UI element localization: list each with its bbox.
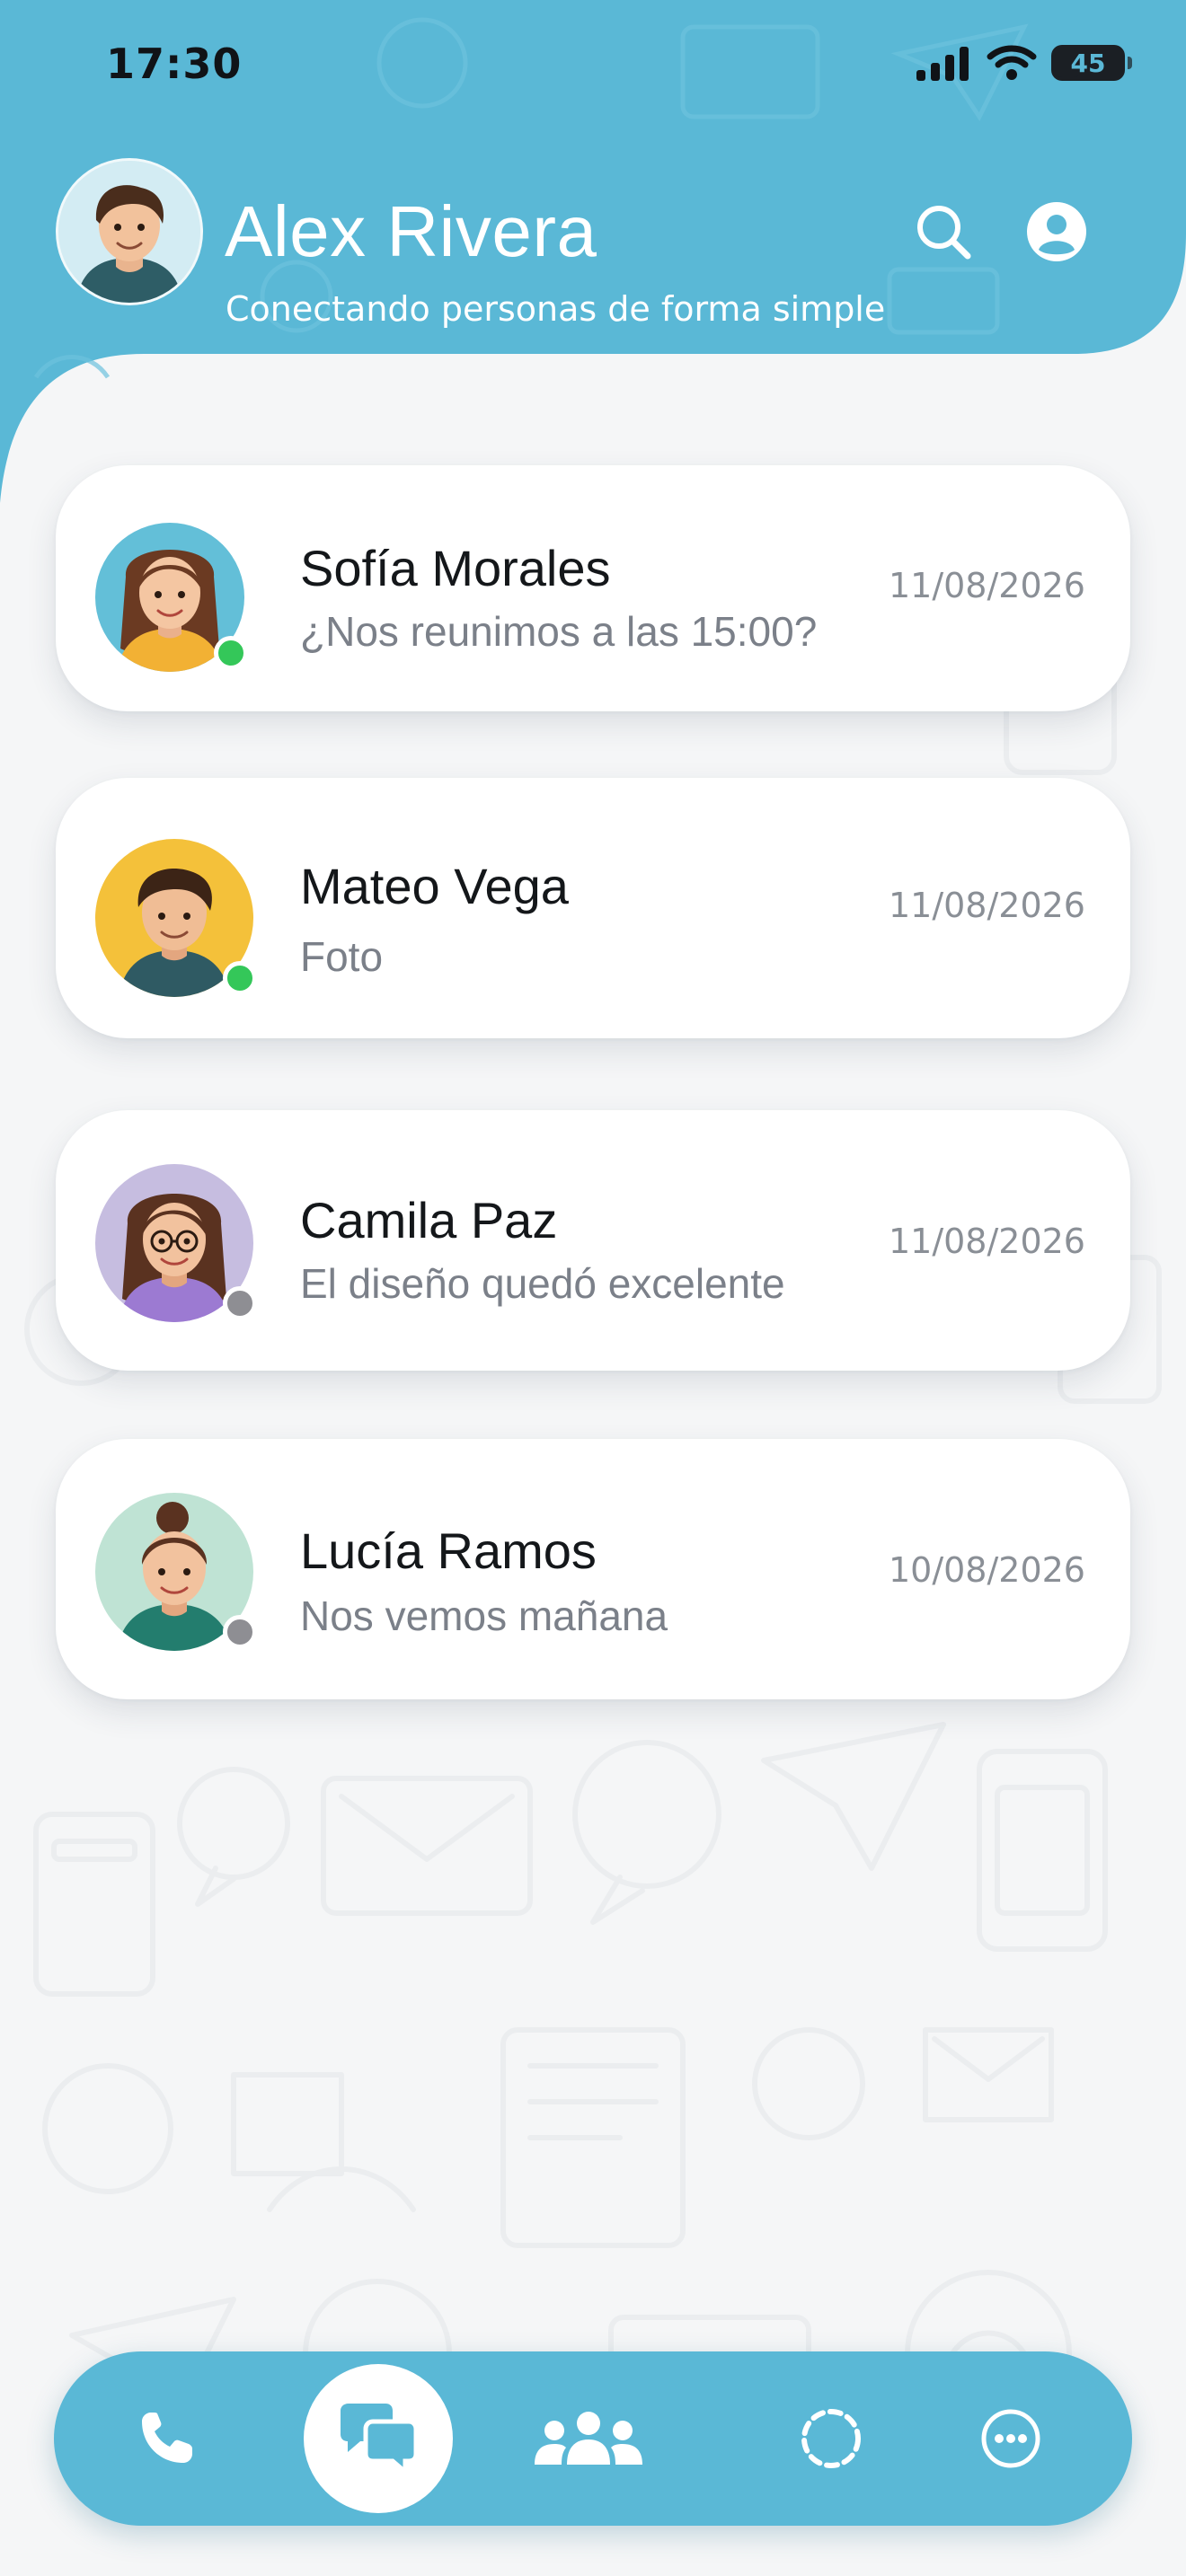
status-time: 17:30: [106, 40, 243, 88]
account-circle-icon: [1027, 202, 1086, 261]
bottom-navigation: [54, 2351, 1132, 2526]
nav-calls[interactable]: [108, 2351, 225, 2526]
account-button[interactable]: [1024, 199, 1089, 264]
chat-item-lucia-ramos[interactable]: Lucía Ramos Nos vemos mañana 10/08/2026: [56, 1439, 1130, 1699]
nav-contacts[interactable]: [521, 2351, 656, 2526]
wifi-icon: [987, 45, 1037, 80]
contact-name: Mateo Vega: [300, 858, 569, 914]
contacts-group-icon: [535, 2412, 642, 2465]
profile-avatar[interactable]: [56, 158, 203, 305]
contact-name: Sofía Morales: [300, 540, 611, 596]
nav-status[interactable]: [773, 2351, 890, 2526]
message-preview: ¿Nos reunimos a las 15:00?: [300, 608, 818, 655]
search-icon: [917, 206, 971, 260]
profile-name: Alex Rivera: [225, 191, 597, 271]
cellular-signal-icon: [916, 47, 969, 81]
contact-avatar: [95, 523, 248, 672]
chat-item-mateo-vega[interactable]: Mateo Vega Foto 11/08/2026: [56, 778, 1130, 1038]
profile-avatar-image: [58, 161, 200, 303]
chat-list-screen: 17:30 45 Alex Rivera Conectando personas…: [0, 0, 1186, 2576]
chat-item-camila-paz[interactable]: Camila Paz El diseño quedó excelente 11/…: [56, 1110, 1130, 1371]
contact-avatar: [95, 1164, 257, 1322]
message-date: 11/08/2026: [888, 566, 1085, 605]
message-preview: Nos vemos mañana: [300, 1592, 668, 1639]
chats-icon: [341, 2404, 419, 2475]
contact-avatar: [95, 839, 257, 997]
contact-avatar: [95, 1493, 257, 1651]
offline-status-dot: [223, 1615, 257, 1649]
battery-level: 45: [1070, 48, 1106, 78]
offline-status-dot: [223, 1286, 257, 1320]
message-date: 11/08/2026: [888, 1222, 1085, 1261]
message-date: 10/08/2026: [888, 1550, 1085, 1590]
contact-name: Lucía Ramos: [300, 1522, 597, 1579]
nav-more[interactable]: [952, 2351, 1069, 2526]
nav-chats[interactable]: [304, 2364, 453, 2513]
online-status-dot: [223, 961, 257, 995]
chat-item-sofia-morales[interactable]: Sofía Morales ¿Nos reunimos a las 15:00?…: [56, 465, 1130, 711]
message-date: 11/08/2026: [888, 886, 1085, 925]
contact-name: Camila Paz: [300, 1192, 558, 1248]
more-options-icon: [981, 2409, 1040, 2468]
message-preview: El diseño quedó excelente: [300, 1260, 785, 1307]
status-indicators: 45: [916, 41, 1132, 84]
online-status-dot: [214, 636, 248, 670]
search-button[interactable]: [911, 199, 976, 264]
phone-icon: [142, 2413, 192, 2463]
message-preview: Foto: [300, 933, 384, 980]
profile-tagline: Conectando personas de forma simple: [226, 289, 886, 329]
battery-icon: 45: [1051, 45, 1132, 81]
status-icon: [801, 2409, 861, 2468]
